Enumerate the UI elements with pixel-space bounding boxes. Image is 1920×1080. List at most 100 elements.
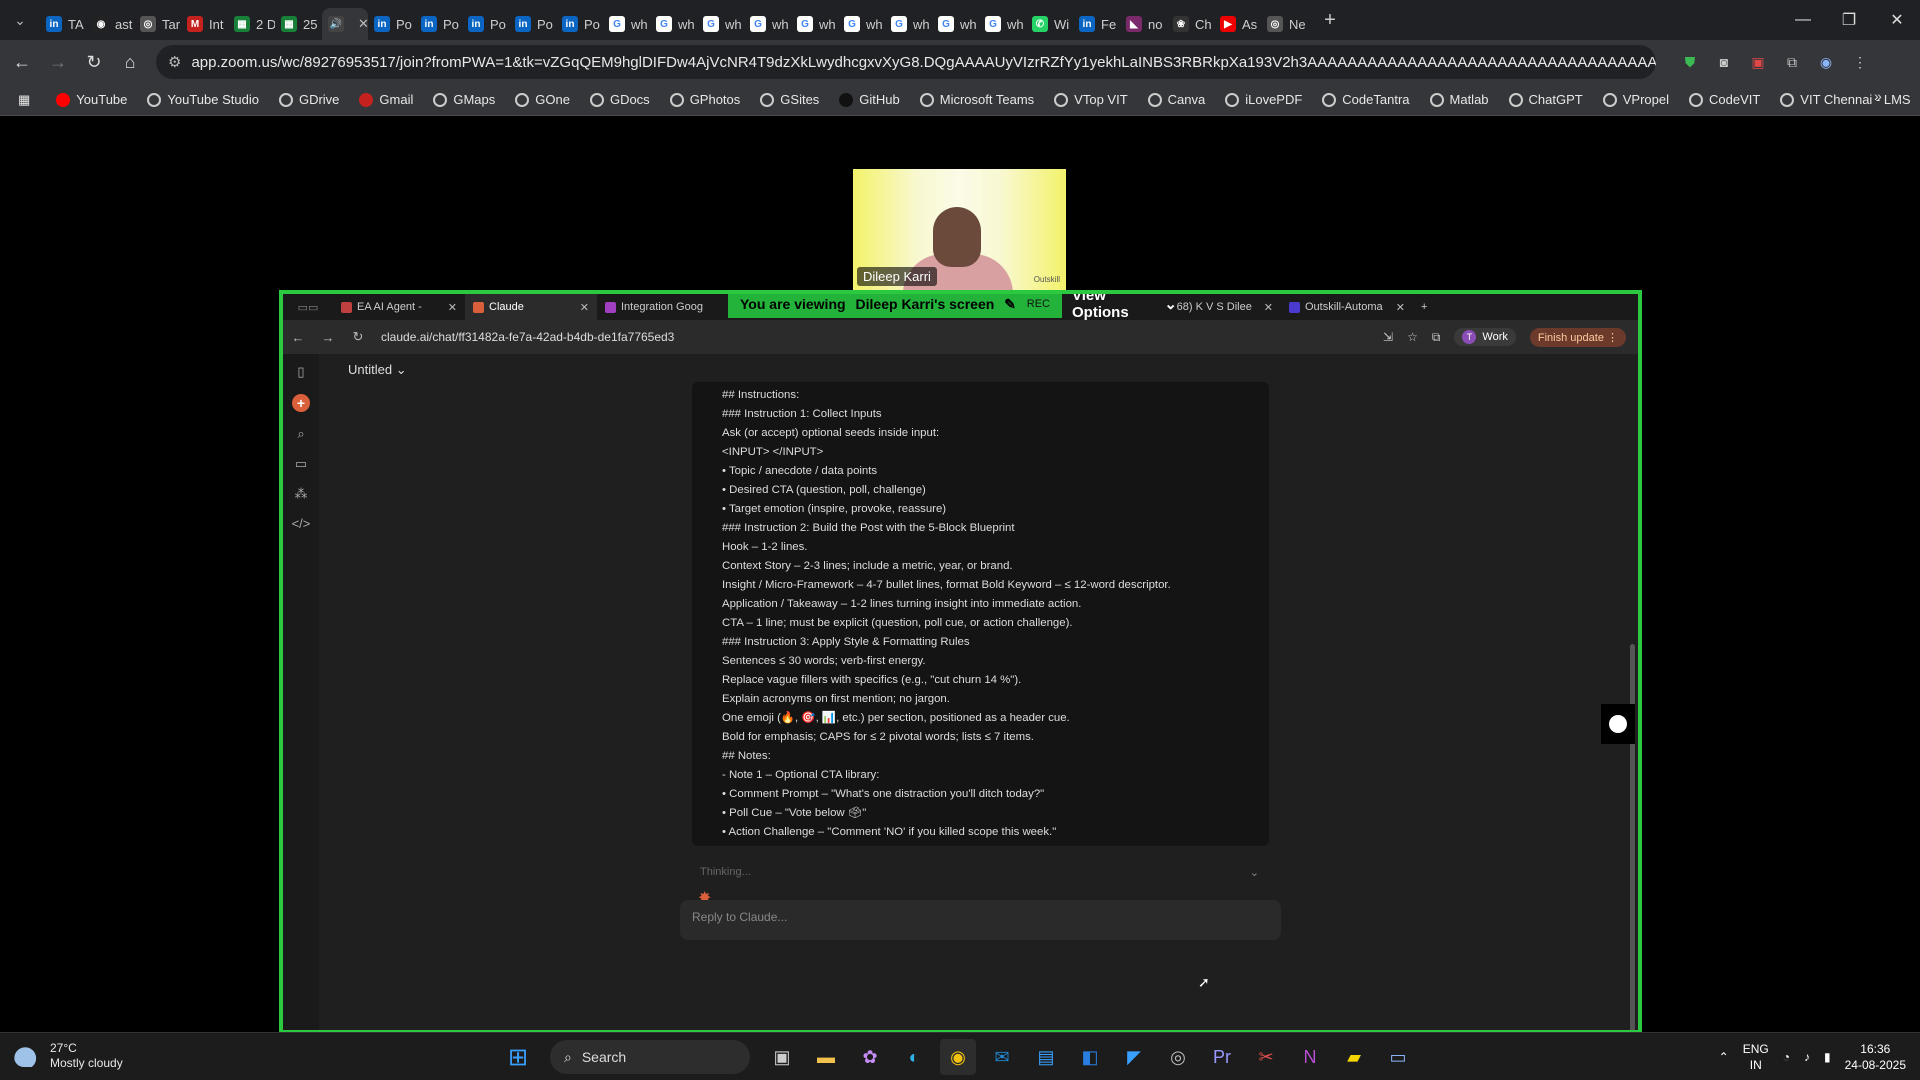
language-indicator[interactable]: ENG IN bbox=[1743, 1041, 1769, 1073]
bookmark-item[interactable]: Gmail bbox=[351, 87, 421, 113]
browser-tab[interactable]: M Int bbox=[181, 8, 228, 40]
bookmark-item[interactable]: GSites bbox=[752, 87, 827, 113]
browser-tab[interactable]: in TA bbox=[40, 8, 87, 40]
back-icon[interactable]: ← bbox=[4, 44, 40, 80]
prompt-message: ## Instructions: ### Instruction 1: Colle… bbox=[692, 382, 1269, 846]
bookmark-item[interactable]: VPropel bbox=[1595, 87, 1677, 113]
task-view-icon[interactable]: ▣ bbox=[764, 1039, 800, 1075]
browser-tab-label: wh bbox=[631, 16, 648, 32]
bookmark-item[interactable]: ChatGPT bbox=[1501, 87, 1591, 113]
edge-icon[interactable]: ◐ bbox=[896, 1039, 932, 1075]
vscode-icon[interactable]: ◤ bbox=[1116, 1039, 1152, 1075]
new-tab-button[interactable]: + bbox=[1316, 9, 1344, 32]
browser-tab[interactable]: in Po bbox=[368, 8, 415, 40]
browser-tab[interactable]: Gwh bbox=[697, 8, 744, 40]
browser-tab[interactable]: Gwh bbox=[979, 8, 1026, 40]
restore-icon[interactable]: ❐ bbox=[1826, 0, 1872, 40]
outlook-icon[interactable]: ✉ bbox=[984, 1039, 1020, 1075]
minimize-icon[interactable]: — bbox=[1780, 0, 1826, 40]
browser-tab[interactable]: Gwh bbox=[603, 8, 650, 40]
volume-icon[interactable]: ♪ bbox=[1804, 1050, 1810, 1064]
browser-tab[interactable]: Gwh bbox=[744, 8, 791, 40]
bookmark-item[interactable]: GMaps bbox=[425, 87, 503, 113]
bookmarks-overflow-icon[interactable]: » bbox=[1874, 88, 1882, 104]
browser-tab[interactable]: ✆ Wi bbox=[1026, 8, 1073, 40]
home-icon[interactable]: ⌂ bbox=[112, 44, 148, 80]
address-bar[interactable]: ⚙ app.zoom.us/wc/89276953517/join?fromPW… bbox=[156, 45, 1656, 79]
chrome-icon[interactable]: ◉ bbox=[940, 1039, 976, 1075]
bookmark-item[interactable]: GDrive bbox=[271, 87, 347, 113]
taskbar-search[interactable]: ⌕ Search bbox=[550, 1040, 750, 1074]
bookmark-item[interactable]: GPhotos bbox=[662, 87, 749, 113]
tray-overflow-icon[interactable]: ⌃ bbox=[1719, 1050, 1729, 1064]
browser-tab[interactable]: ▶ As bbox=[1214, 8, 1261, 40]
more-menu-icon[interactable]: ⋮ bbox=[1846, 48, 1874, 76]
bookmark-item[interactable]: VIT Chennai - LMS bbox=[1772, 87, 1918, 113]
bookmark-item[interactable]: CodeTantra bbox=[1314, 87, 1417, 113]
annotate-icon[interactable]: ✎ bbox=[1004, 296, 1016, 313]
bookmark-item[interactable]: YouTube Studio bbox=[139, 87, 267, 113]
browser-tab[interactable]: Gwh bbox=[885, 8, 932, 40]
browser-tab[interactable]: ◎ Tar bbox=[134, 8, 181, 40]
browser-tab[interactable]: ◎ Ne bbox=[1261, 8, 1308, 40]
floating-zoom-control[interactable] bbox=[1601, 704, 1635, 744]
browser-tab[interactable]: Gwh bbox=[838, 8, 885, 40]
browser-tab[interactable]: ❀ Ch bbox=[1167, 8, 1214, 40]
file-explorer-icon[interactable]: ▬ bbox=[808, 1039, 844, 1075]
obs-icon[interactable]: ◎ bbox=[1160, 1039, 1196, 1075]
browser-tab-label: wh bbox=[1007, 16, 1024, 32]
bookmark-item[interactable]: CodeVIT bbox=[1681, 87, 1768, 113]
premiere-icon[interactable]: Pr bbox=[1204, 1039, 1240, 1075]
browser-tab[interactable]: ▦ 25 bbox=[275, 8, 322, 40]
browser-tab[interactable]: ◉ ast bbox=[87, 8, 134, 40]
bookmark-item[interactable]: Microsoft Teams bbox=[912, 87, 1042, 113]
weather-widget[interactable]: 27°C Mostly cloudy bbox=[14, 1041, 123, 1071]
store-icon[interactable]: ▤ bbox=[1028, 1039, 1064, 1075]
zoom-window-icon[interactable]: ▭ bbox=[1380, 1039, 1416, 1075]
bookmark-item[interactable]: iLovePDF bbox=[1217, 87, 1310, 113]
extensions-puzzle-icon[interactable]: ⧉ bbox=[1778, 48, 1806, 76]
reload-icon[interactable]: ↻ bbox=[76, 44, 112, 80]
browser-tab[interactable]: in Po bbox=[462, 8, 509, 40]
bookmark-item[interactable]: Canva bbox=[1140, 87, 1214, 113]
bookmark-item[interactable]: GitHub bbox=[831, 87, 907, 113]
camera-extension-icon[interactable]: ◙ bbox=[1710, 48, 1738, 76]
browser-tab[interactable]: in Po bbox=[415, 8, 462, 40]
copilot-icon[interactable]: ✿ bbox=[852, 1039, 888, 1075]
site-info-icon[interactable]: ⚙ bbox=[168, 53, 181, 71]
tab-search-chevron-icon[interactable]: ⌄ bbox=[0, 0, 40, 40]
browser-tab[interactable]: in Po bbox=[556, 8, 603, 40]
forward-icon[interactable]: → bbox=[40, 44, 76, 80]
browser-tab[interactable]: ◣ no bbox=[1120, 8, 1167, 40]
bookmark-favicon-icon bbox=[839, 92, 854, 107]
shield-extension-icon[interactable]: ⛊ bbox=[1676, 48, 1704, 76]
close-tab-icon[interactable]: ✕ bbox=[358, 16, 368, 32]
bookmark-item[interactable]: YouTube bbox=[48, 87, 135, 113]
windows-start-icon[interactable]: ⊞ bbox=[500, 1039, 536, 1075]
wifi-icon[interactable]: ◔ bbox=[1783, 1050, 1790, 1064]
browser-tab[interactable]: Gwh bbox=[932, 8, 979, 40]
app-icon[interactable]: ◧ bbox=[1072, 1039, 1108, 1075]
clock[interactable]: 16:36 24-08-2025 bbox=[1845, 1041, 1906, 1073]
browser-tab[interactable]: in Po bbox=[509, 8, 556, 40]
bookmark-item[interactable]: VTop VIT bbox=[1046, 87, 1135, 113]
profile-avatar[interactable]: ◉ bbox=[1812, 48, 1840, 76]
battery-icon[interactable]: ▮ bbox=[1824, 1050, 1831, 1064]
sticky-notes-icon[interactable]: ▰ bbox=[1336, 1039, 1372, 1075]
bookmark-item[interactable]: GDocs bbox=[582, 87, 658, 113]
browser-tab[interactable]: Gwh bbox=[791, 8, 838, 40]
snipping-icon[interactable]: ✂ bbox=[1248, 1039, 1284, 1075]
apps-grid-icon[interactable]: ▦ bbox=[10, 87, 44, 113]
bookmark-item[interactable]: Matlab bbox=[1422, 87, 1497, 113]
pocket-extension-icon[interactable]: ▣ bbox=[1744, 48, 1772, 76]
browser-tab[interactable]: ▦ 2 D bbox=[228, 8, 275, 40]
close-window-icon[interactable]: ✕ bbox=[1874, 0, 1920, 40]
participant-video-tile[interactable]: Dileep Karri Outskill bbox=[853, 169, 1066, 290]
browser-tab[interactable]: 🔊 ✕ bbox=[322, 8, 368, 40]
onenote-icon[interactable]: N bbox=[1292, 1039, 1328, 1075]
view-options-button[interactable]: View Options ⌄ bbox=[1062, 294, 1177, 321]
bookmark-favicon-icon bbox=[669, 92, 684, 107]
bookmark-item[interactable]: GOne bbox=[507, 87, 578, 113]
browser-tab[interactable]: in Fe bbox=[1073, 8, 1120, 40]
browser-tab[interactable]: Gwh bbox=[650, 8, 697, 40]
